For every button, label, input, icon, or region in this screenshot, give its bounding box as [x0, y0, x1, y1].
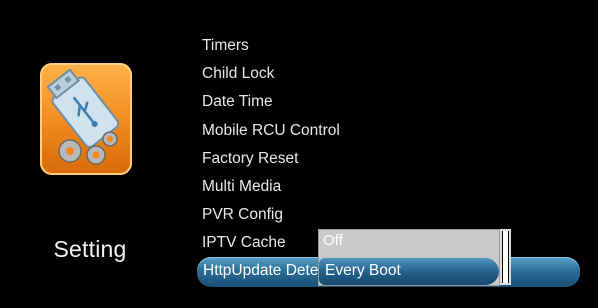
menu-item-httpupdate-detect[interactable]: HttpUpdate Detec	[203, 262, 321, 280]
menu-item-timers[interactable]: Timers	[202, 36, 340, 64]
setting-screen: Setting Timers Child Lock Date Time Mobi…	[0, 0, 609, 308]
dropdown-scroll-thumb[interactable]	[503, 231, 508, 283]
option-dropdown[interactable]: Off Every Boot	[318, 229, 500, 286]
page-title: Setting	[53, 236, 127, 262]
screen-edge	[598, 0, 609, 308]
dropdown-option-label: Every Boot	[325, 262, 401, 279]
menu-item-mobile-rcu-control[interactable]: Mobile RCU Control	[202, 121, 340, 149]
usb-gears-icon	[40, 63, 132, 175]
dropdown-option-every-boot[interactable]: Every Boot	[319, 258, 499, 285]
menu-item-date-time[interactable]: Date Time	[202, 92, 340, 120]
dropdown-option-off[interactable]: Off	[323, 232, 343, 249]
menu-item-multi-media[interactable]: Multi Media	[202, 177, 340, 205]
settings-menu: Timers Child Lock Date Time Mobile RCU C…	[202, 36, 340, 262]
menu-item-child-lock[interactable]: Child Lock	[202, 64, 340, 92]
menu-item-factory-reset[interactable]: Factory Reset	[202, 149, 340, 177]
